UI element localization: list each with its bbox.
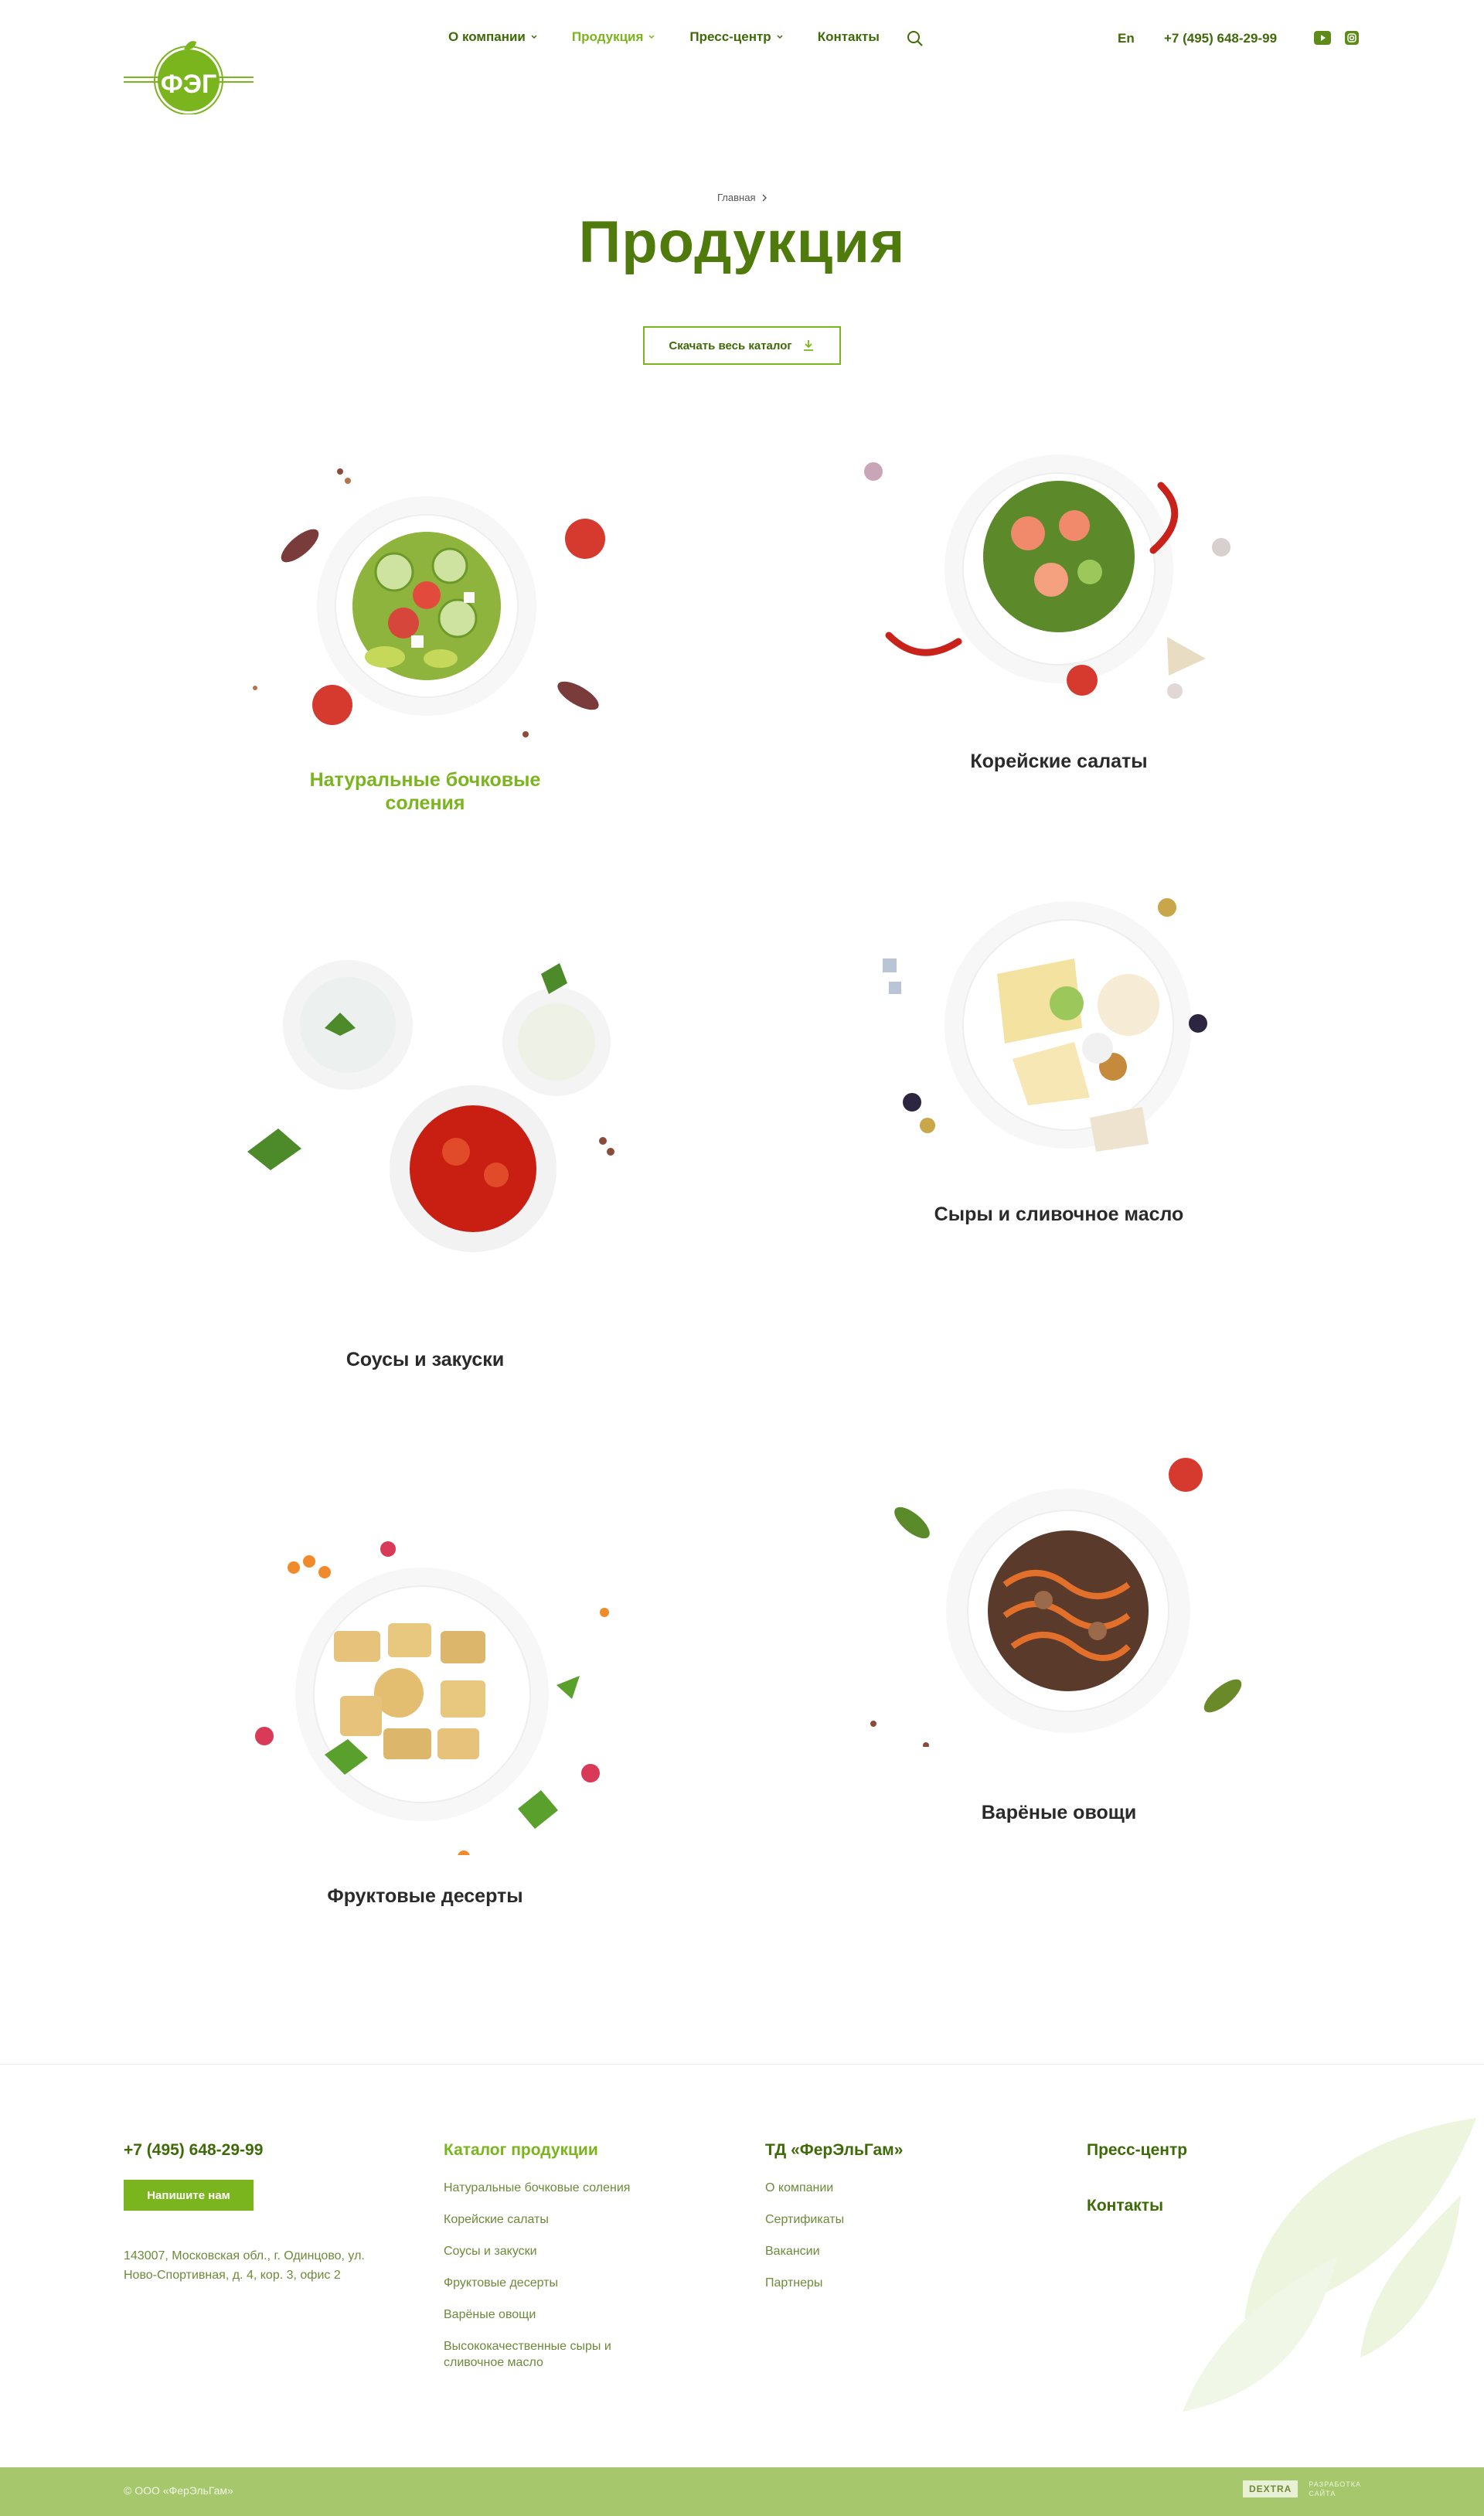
footer-press-link[interactable]: Пресс-центр [1087, 2141, 1187, 2160]
footer-contacts-link[interactable]: Контакты [1087, 2197, 1163, 2215]
footer-catalog-title[interactable]: Каталог продукции [444, 2141, 637, 2160]
footer-link[interactable]: Корейские салаты [444, 2211, 637, 2228]
nav-item-contacts[interactable]: Контакты [818, 29, 880, 45]
breadcrumb-home[interactable]: Главная [717, 192, 755, 203]
decorative-leaf-icon [1183, 2118, 1476, 2412]
developer-caption-line: САЙТА [1309, 2490, 1336, 2497]
product-card-sauces[interactable]: Соусы и закуски [209, 943, 642, 1376]
footer-catalog-column: Каталог продукции Натуральные бочковые с… [444, 2141, 637, 2386]
footer-link[interactable]: Вакансии [765, 2243, 958, 2259]
nav-item-label: Продукция [571, 29, 644, 44]
product-label[interactable]: Варёные овощи [920, 1801, 1198, 1824]
nav-item-label: Пресс-центр [689, 29, 771, 44]
header-phone-link[interactable]: +7 (495) 648-29-99 [1164, 31, 1277, 46]
footer-link[interactable]: О компании [765, 2180, 958, 2196]
developer-caption-line: РАЗРАБОТКА [1309, 2480, 1362, 2488]
product-card-cheese[interactable]: Сыры и сливочное масло [842, 873, 1275, 1275]
download-icon [803, 340, 813, 351]
footer-divider [0, 2064, 1484, 2065]
boiled-vegetables-image [870, 1458, 1242, 1747]
footer-address: 143007, Московская обл., г. Одинцово, ул… [124, 2249, 365, 2282]
write-us-button[interactable]: Напишите нам [124, 2180, 254, 2211]
chevron-down-icon [648, 35, 655, 39]
footer-company-title[interactable]: ТД «ФерЭльГам» [765, 2141, 958, 2160]
pickles-salad-image [253, 468, 605, 737]
main-nav: О компании Продукция Пресс-центр Контакт… [448, 29, 880, 45]
footer-link[interactable]: Натуральные бочковые соления [444, 2180, 637, 2196]
product-card-pickles[interactable]: Натуральные бочковые соления [209, 441, 642, 843]
footer-link[interactable]: Соусы и закуски [444, 2243, 637, 2259]
instagram-icon[interactable] [1345, 31, 1359, 45]
bottom-bar: © ООО «ФерЭльГам» DEXTRA РАЗРАБОТКА САЙТ… [0, 2467, 1484, 2516]
chevron-right-icon [762, 194, 768, 201]
product-card-korean-salads[interactable]: Корейские салаты [842, 417, 1275, 788]
nav-item-label: О компании [448, 29, 526, 44]
chevron-down-icon [777, 35, 783, 39]
cheese-plate-image [883, 898, 1207, 1152]
nav-item-press[interactable]: Пресс-центр [689, 29, 783, 45]
logo-brand-text: ФЭГ [161, 70, 216, 99]
nav-item-label: Контакты [817, 29, 880, 44]
download-catalog-button[interactable]: Скачать весь каталог [643, 326, 841, 365]
language-switch[interactable]: En [1118, 31, 1135, 46]
developer-logo[interactable]: DEXTRA РАЗРАБОТКА САЙТА [1243, 2480, 1361, 2498]
breadcrumb: Главная [717, 192, 768, 203]
desserts-image [255, 1541, 609, 1855]
footer-link[interactable]: Партнеры [765, 2275, 958, 2291]
product-label[interactable]: Сыры и сливочное масло [920, 1203, 1198, 1226]
footer-company-column: ТД «ФерЭльГам» О компании Сертификаты Ва… [765, 2141, 958, 2307]
search-icon[interactable] [906, 29, 924, 48]
site-header: ФЭГ О компании Продукция Пресс-центр Кон… [0, 0, 1484, 116]
brand-logo[interactable]: ФЭГ [121, 34, 257, 114]
footer-link[interactable]: Фруктовые десерты [444, 2275, 637, 2291]
product-card-desserts[interactable]: Фруктовые десерты [209, 1515, 642, 1932]
download-catalog-label: Скачать весь каталог [669, 339, 792, 352]
footer-link[interactable]: Сертификаты [765, 2211, 958, 2228]
developer-brand: DEXTRA [1243, 2480, 1298, 2497]
korean-salad-image [864, 455, 1230, 699]
product-label[interactable]: Соусы и закуски [286, 1348, 564, 1371]
product-label[interactable]: Фруктовые десерты [286, 1884, 564, 1908]
product-card-boiled-vegetables[interactable]: Варёные овощи [842, 1438, 1275, 1840]
product-label[interactable]: Корейские салаты [920, 750, 1198, 773]
chevron-down-icon [531, 35, 537, 39]
footer-link[interactable]: Варёные овощи [444, 2307, 637, 2323]
youtube-icon[interactable] [1314, 31, 1331, 45]
page-title: Продукция [578, 209, 906, 275]
footer-phone-link[interactable]: +7 (495) 648-29-99 [124, 2141, 263, 2160]
sauces-image [247, 960, 614, 1252]
copyright-text: © ООО «ФерЭльГам» [124, 2484, 233, 2497]
footer-link[interactable]: Высококачественные сыры и сливочное масл… [444, 2338, 637, 2371]
product-label[interactable]: Натуральные бочковые соления [286, 768, 564, 815]
nav-item-about[interactable]: О компании [448, 29, 538, 45]
developer-caption: РАЗРАБОТКА САЙТА [1309, 2480, 1361, 2498]
nav-item-products[interactable]: Продукция [572, 29, 656, 45]
